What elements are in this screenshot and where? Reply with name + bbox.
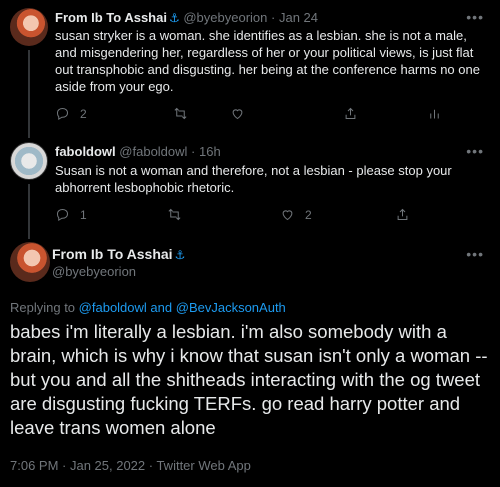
tweet-timestamp[interactable]: 7:06 PM · Jan 25, 2022 · Twitter Web App (10, 458, 251, 473)
display-name[interactable]: From Ib To Asshai (52, 246, 173, 262)
avatar[interactable] (10, 8, 48, 46)
separator: · (191, 144, 196, 159)
retweet-icon (168, 208, 181, 221)
main-handle[interactable]: @byebyeorion (52, 264, 136, 279)
analytics-icon (430, 109, 439, 119)
reply-button[interactable]: 1 (55, 207, 87, 222)
like-icon (232, 109, 243, 120)
tweet-text: susan stryker is a woman. she identifies… (55, 28, 480, 94)
avatar[interactable] (10, 142, 48, 180)
reply-icon (56, 208, 69, 222)
more-icon[interactable]: ••• (466, 143, 484, 159)
display-name[interactable]: faboldowl (55, 144, 116, 159)
handle[interactable]: @faboldowl (119, 144, 187, 159)
tweet-text: Susan is not a woman and therefore, not … (55, 163, 452, 195)
share-icon (397, 208, 408, 220)
replying-to: Replying to @faboldowl and @BevJacksonAu… (10, 300, 286, 315)
like-button[interactable]: 2 (280, 207, 312, 222)
tweet-actions: 1 2 (55, 207, 455, 223)
share-icon (345, 107, 356, 119)
like-button[interactable] (230, 106, 245, 121)
display-name[interactable]: From Ib To Asshai (55, 10, 167, 25)
timestamp[interactable]: 16h (199, 144, 221, 159)
avatar[interactable] (10, 242, 50, 282)
share-button[interactable] (395, 207, 410, 222)
retweet-icon (174, 107, 187, 120)
analytics-button[interactable] (427, 106, 442, 121)
thread-line (28, 50, 30, 138)
tweet-header: faboldowl @faboldowl · 16h (55, 144, 221, 159)
like-count: 2 (305, 207, 312, 222)
reply-count: 1 (80, 207, 87, 222)
tweet-header: From Ib To Asshai ⚓ @byebyeorion · Jan 24 (55, 10, 318, 25)
reply-icon (56, 107, 69, 121)
main-display-name[interactable]: From Ib To Asshai ⚓ (52, 246, 185, 262)
like-icon (282, 210, 293, 221)
tweet-actions: 2 (55, 106, 455, 122)
main-tweet-text: babes i'm literally a lesbian. i'm also … (10, 321, 488, 438)
anchor-icon: ⚓ (168, 11, 180, 25)
anchor-icon: ⚓ (174, 248, 186, 262)
timestamp[interactable]: Jan 24 (279, 10, 318, 25)
thread-line (28, 184, 30, 239)
more-icon[interactable]: ••• (466, 246, 484, 262)
retweet-button[interactable] (173, 106, 188, 121)
replying-and: and (150, 300, 173, 315)
retweet-button[interactable] (167, 207, 182, 222)
reply-button[interactable]: 2 (55, 106, 87, 121)
mention-link[interactable]: @faboldowl (79, 300, 147, 315)
separator: · (271, 10, 276, 25)
replying-prefix: Replying to (10, 300, 76, 315)
mention-link[interactable]: @BevJacksonAuth (176, 300, 286, 315)
handle[interactable]: @byebyeorion (183, 10, 267, 25)
more-icon[interactable]: ••• (466, 9, 484, 25)
reply-count: 2 (80, 106, 87, 121)
tweet-2[interactable]: faboldowl @faboldowl · 16h ••• Susan is … (0, 138, 500, 239)
share-button[interactable] (343, 106, 358, 121)
tweet-1[interactable]: From Ib To Asshai ⚓ @byebyeorion · Jan 24… (0, 0, 500, 138)
